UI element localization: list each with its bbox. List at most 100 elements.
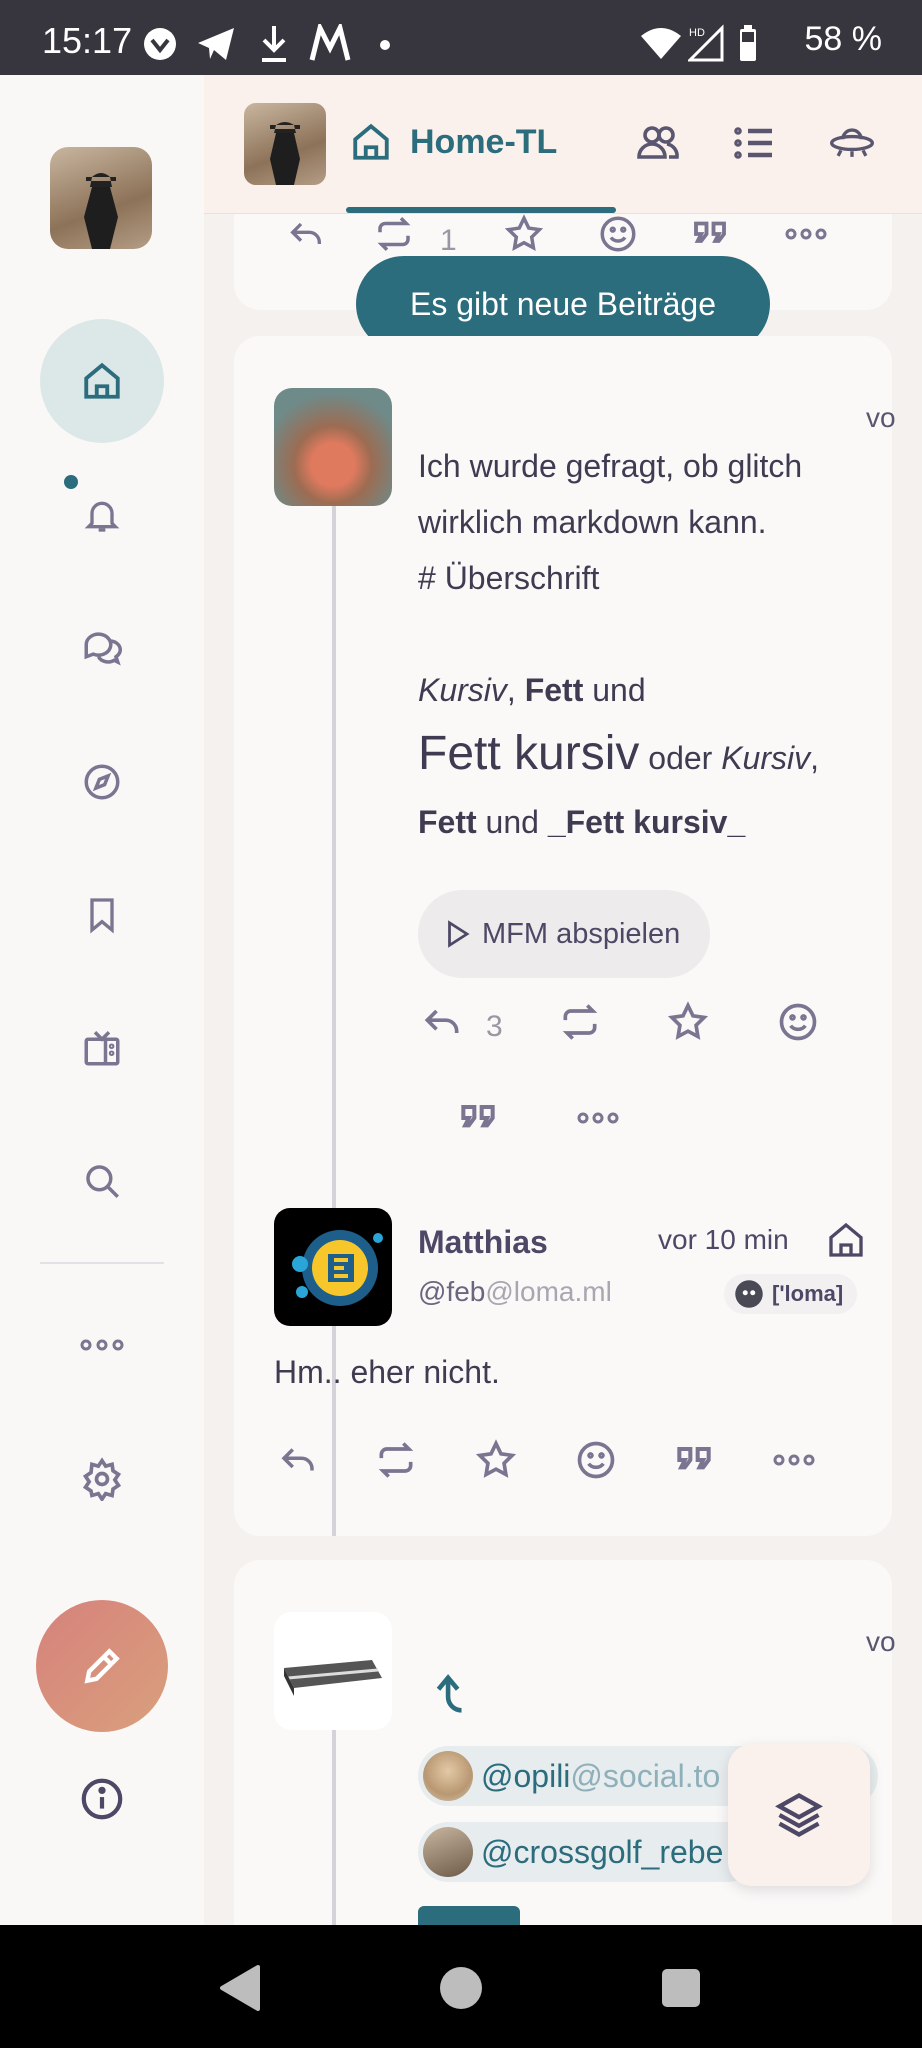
reply-time[interactable]: vor 10 min: [658, 1224, 789, 1256]
note-author-avatar[interactable]: [274, 1612, 392, 1730]
note-time: vo: [866, 402, 896, 433]
mfm-line: Kursiv, Fett und: [418, 662, 878, 718]
home-icon: [84, 362, 120, 399]
signal-icon: HD: [688, 24, 724, 62]
system-nav-bar: [0, 1925, 922, 2048]
nav-explore[interactable]: [40, 720, 164, 844]
emoji-icon[interactable]: [774, 998, 822, 1046]
download-icon: [258, 24, 290, 64]
account-avatar[interactable]: [50, 147, 152, 249]
note-body: Ich wurde gefragt, ob glitch wirklich ma…: [418, 438, 878, 850]
mastodon-icon: [308, 24, 352, 64]
mfm-sep: und: [476, 804, 548, 840]
renote-count: 1: [440, 224, 457, 257]
reply-to-icon: [436, 1674, 462, 1713]
app-icon: [142, 26, 178, 62]
tab-social[interactable]: [634, 119, 682, 167]
instance-badge[interactable]: ['loma]: [724, 1274, 858, 1314]
mfm-big: Fett kursiv: [418, 727, 640, 780]
reply-handle: @feb@loma.ml: [418, 1276, 612, 1308]
battery-level: 58 %: [804, 20, 883, 58]
more-icon[interactable]: [574, 1094, 622, 1142]
wifi-icon: [640, 26, 682, 60]
tab-home-label: Home-TL: [410, 122, 558, 161]
tv-icon: [84, 1031, 120, 1066]
nav-more[interactable]: [40, 1283, 164, 1407]
tab-antenna[interactable]: [828, 119, 876, 167]
mention-chip[interactable]: @crossgolf_rebe: [418, 1822, 758, 1882]
tab-home[interactable]: Home-TL: [344, 97, 572, 187]
svg-text:HD: HD: [689, 27, 705, 39]
mfm-italic: Kursiv: [418, 672, 507, 708]
ufo-icon: [830, 128, 874, 157]
quote-icon[interactable]: [670, 1436, 718, 1484]
handle-user: @feb: [418, 1276, 486, 1307]
bookmark-icon: [90, 898, 114, 934]
nav-channels[interactable]: [40, 986, 164, 1110]
more-icon[interactable]: [782, 210, 830, 258]
mention-user: @opili: [481, 1757, 571, 1794]
renote-icon[interactable]: [372, 1436, 420, 1484]
mfm-sep: ,: [810, 740, 819, 776]
reply-icon[interactable]: [282, 210, 330, 258]
compose-button[interactable]: [36, 1600, 168, 1732]
mention-avatar: [423, 1751, 473, 1801]
star-icon[interactable]: [472, 1436, 520, 1484]
list-icon: [734, 127, 772, 159]
nav-settings[interactable]: [40, 1417, 164, 1541]
reply-author-name[interactable]: Matthias: [418, 1224, 548, 1261]
teal-button-partial[interactable]: [418, 1906, 520, 1926]
bell-icon: [84, 501, 120, 532]
nav-notifications[interactable]: [40, 453, 164, 577]
pencil-icon: [84, 1648, 120, 1684]
reply-icon[interactable]: [274, 1436, 322, 1484]
more-icon[interactable]: [770, 1436, 818, 1484]
back-button[interactable]: [218, 1965, 262, 2011]
mention-avatar: [423, 1827, 473, 1877]
header-avatar[interactable]: [244, 103, 326, 185]
battery-icon: [738, 24, 758, 62]
mfm-bold: Fett: [524, 672, 584, 708]
mfm-italic: Kursiv: [721, 740, 811, 776]
reply-icon[interactable]: [418, 998, 466, 1046]
note-card: vo Ich wurde gefragt, ob glitch wirklich…: [234, 336, 896, 1536]
mention-host: @social.to: [570, 1757, 721, 1794]
recents-button[interactable]: [662, 1969, 700, 2007]
mfm-bold: _Fett kursiv_: [547, 804, 746, 840]
note-time: vo: [866, 1626, 896, 1657]
nav-info[interactable]: [40, 1737, 164, 1861]
quote-icon[interactable]: [686, 210, 734, 258]
mfm-sep: oder: [639, 740, 722, 776]
reply-author-avatar[interactable]: [274, 1208, 392, 1326]
handle-host: @loma.ml: [485, 1276, 612, 1307]
gear-icon: [82, 1457, 122, 1501]
renote-icon[interactable]: [370, 210, 418, 258]
quote-icon[interactable]: [454, 1094, 502, 1142]
play-icon: [448, 920, 470, 948]
tab-indicator: [346, 207, 616, 213]
chat-icon: [84, 632, 122, 666]
nav-home[interactable]: [40, 319, 164, 443]
emoji-icon[interactable]: [572, 1436, 620, 1484]
search-icon: [86, 1165, 119, 1198]
mfm-play-button[interactable]: MFM abspielen: [418, 890, 710, 978]
layers-button[interactable]: [728, 1744, 870, 1886]
emoji-icon[interactable]: [594, 210, 642, 258]
layers-icon: [775, 1793, 823, 1837]
reply-count: 3: [486, 1010, 503, 1043]
renote-icon[interactable]: [556, 998, 604, 1046]
star-icon[interactable]: [500, 210, 548, 258]
tab-lists[interactable]: [730, 119, 778, 167]
home-button[interactable]: [440, 1967, 482, 2009]
users-icon: [637, 126, 679, 159]
mfm-sep: und: [583, 672, 646, 708]
star-icon[interactable]: [664, 998, 712, 1046]
nav-chat[interactable]: [40, 586, 164, 710]
telegram-icon: [196, 26, 236, 62]
nav-search[interactable]: [40, 1119, 164, 1243]
nav-bookmarks[interactable]: [40, 853, 164, 977]
mfm-line: Fett kursiv oder Kursiv,: [418, 718, 878, 794]
note-author-avatar[interactable]: [274, 388, 392, 506]
home-visibility-icon: [829, 1222, 863, 1257]
info-icon: [81, 1778, 123, 1820]
